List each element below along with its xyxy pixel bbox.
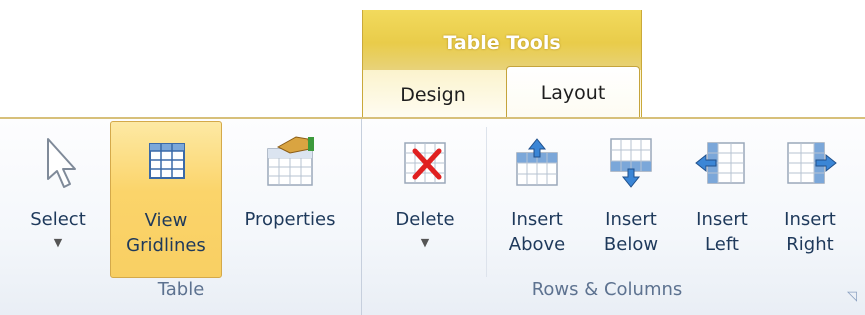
select-label: Select <box>30 209 86 230</box>
table-tools-title: Table Tools <box>443 32 561 54</box>
insert-right-line1: Insert <box>784 209 836 230</box>
ribbon: Select ▼ View Gridlines Properties Table… <box>0 117 865 315</box>
view-gridlines-line1: View <box>144 210 188 231</box>
insert-row-above-icon <box>516 138 558 186</box>
insert-right-button[interactable]: Insert Right <box>770 121 850 278</box>
dropdown-caret-icon: ▼ <box>420 236 430 249</box>
view-gridlines-label: View Gridlines <box>126 208 206 258</box>
button-divider <box>486 127 487 277</box>
tab-design[interactable]: Design <box>363 70 503 120</box>
insert-left-line1: Insert <box>696 209 748 230</box>
table-properties-hand-icon <box>267 136 314 186</box>
insert-above-button[interactable]: Insert Above <box>492 121 582 278</box>
group-label-table: Table <box>157 279 205 300</box>
properties-label: Properties <box>244 209 336 230</box>
insert-right-line2: Right <box>786 234 834 255</box>
group-label-rows-columns: Rows & Columns <box>531 279 683 300</box>
insert-below-line2: Below <box>603 234 659 255</box>
insert-right-label: Insert Right <box>784 207 836 257</box>
dialog-launcher-icon[interactable]: ◹ <box>847 289 857 304</box>
delete-button[interactable]: Delete ▼ <box>370 121 480 278</box>
insert-below-button[interactable]: Insert Below <box>586 121 676 278</box>
tab-layout[interactable]: Layout <box>506 66 640 119</box>
properties-button[interactable]: Properties <box>226 121 354 278</box>
contextual-tab-row: Design Layout <box>362 66 642 120</box>
insert-below-label: Insert Below <box>604 207 658 257</box>
select-button[interactable]: Select ▼ <box>14 121 102 278</box>
table-grid-icon <box>149 143 185 179</box>
pointer-arrow-icon <box>47 138 76 188</box>
view-gridlines-button[interactable]: View Gridlines <box>110 121 222 278</box>
insert-column-left-icon <box>695 142 745 184</box>
insert-above-line1: Insert <box>511 209 563 230</box>
insert-above-label: Insert Above <box>509 207 565 257</box>
insert-above-line2: Above <box>508 234 566 255</box>
insert-left-button[interactable]: Insert Left <box>680 121 764 278</box>
view-gridlines-line2: Gridlines <box>126 235 206 256</box>
insert-column-right-icon <box>787 142 837 184</box>
insert-below-line1: Insert <box>605 209 657 230</box>
dropdown-caret-icon: ▼ <box>53 236 63 249</box>
insert-row-below-icon <box>610 138 652 188</box>
insert-left-label: Insert Left <box>696 207 748 257</box>
delete-label: Delete <box>395 209 455 230</box>
contextual-tab-header: Table Tools <box>362 10 642 70</box>
insert-left-line2: Left <box>705 234 739 255</box>
delete-table-icon <box>404 142 446 184</box>
